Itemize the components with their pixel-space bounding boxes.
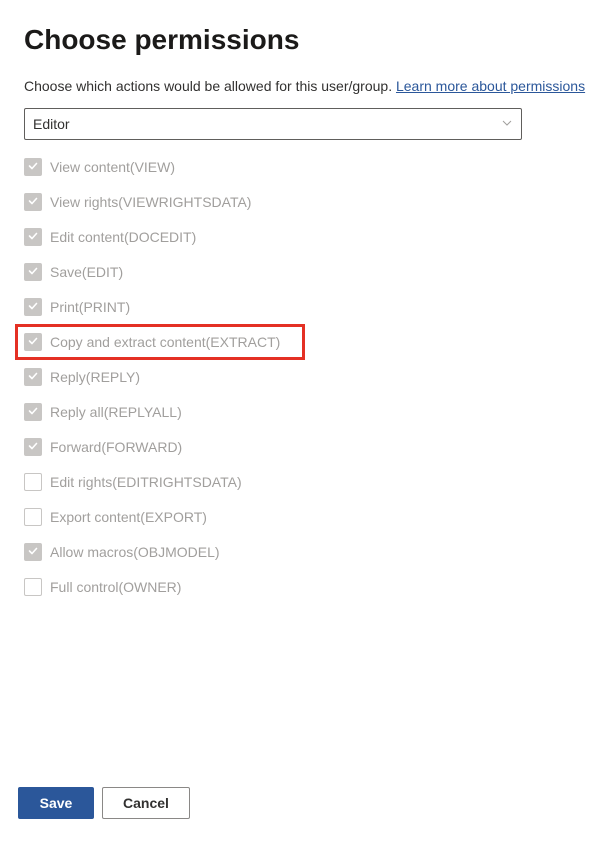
checkmark-icon <box>27 194 39 210</box>
permission-label: Reply all(REPLYALL) <box>50 404 182 420</box>
permission-label: Allow macros(OBJMODEL) <box>50 544 220 560</box>
permission-label: Reply(REPLY) <box>50 369 140 385</box>
permission-row: View content(VIEW) <box>24 158 589 176</box>
permission-row: Reply(REPLY) <box>24 368 589 386</box>
permission-label: Edit content(DOCEDIT) <box>50 229 196 245</box>
permission-label: Copy and extract content(EXTRACT) <box>50 334 280 350</box>
checkmark-icon <box>27 264 39 280</box>
permission-row: Full control(OWNER) <box>24 578 589 596</box>
permission-checkbox[interactable] <box>24 263 42 281</box>
permission-checkbox[interactable] <box>24 333 42 351</box>
permission-row: Allow macros(OBJMODEL) <box>24 543 589 561</box>
permission-label: Save(EDIT) <box>50 264 123 280</box>
permission-row: View rights(VIEWRIGHTSDATA) <box>24 193 589 211</box>
checkmark-icon <box>27 439 39 455</box>
permission-checkbox[interactable] <box>24 578 42 596</box>
permission-checkbox[interactable] <box>24 193 42 211</box>
permission-list: View content(VIEW) View rights(VIEWRIGHTS… <box>24 158 589 596</box>
checkmark-icon <box>27 404 39 420</box>
permission-row: Print(PRINT) <box>24 298 589 316</box>
checkmark-icon <box>27 334 39 350</box>
permission-row: Reply all(REPLYALL) <box>24 403 589 421</box>
permission-label: Export content(EXPORT) <box>50 509 207 525</box>
permission-label: View rights(VIEWRIGHTSDATA) <box>50 194 251 210</box>
permission-row: Save(EDIT) <box>24 263 589 281</box>
permission-checkbox[interactable] <box>24 438 42 456</box>
page-title: Choose permissions <box>24 24 589 56</box>
permission-row: Forward(FORWARD) <box>24 438 589 456</box>
permission-label: Forward(FORWARD) <box>50 439 182 455</box>
permission-checkbox[interactable] <box>24 473 42 491</box>
permission-row: Export content(EXPORT) <box>24 508 589 526</box>
checkmark-icon <box>27 299 39 315</box>
permission-checkbox[interactable] <box>24 228 42 246</box>
permission-checkbox[interactable] <box>24 543 42 561</box>
button-bar: Save Cancel <box>18 787 190 819</box>
role-select[interactable]: Editor <box>24 108 522 140</box>
permission-row: Edit content(DOCEDIT) <box>24 228 589 246</box>
permission-row: Copy and extract content(EXTRACT) <box>24 333 296 351</box>
chevron-down-icon <box>501 116 513 132</box>
permission-label: Full control(OWNER) <box>50 579 181 595</box>
select-value: Editor <box>33 116 70 132</box>
checkmark-icon <box>27 544 39 560</box>
checkmark-icon <box>27 229 39 245</box>
permission-label: View content(VIEW) <box>50 159 175 175</box>
permission-checkbox[interactable] <box>24 403 42 421</box>
permission-checkbox[interactable] <box>24 298 42 316</box>
permission-checkbox[interactable] <box>24 368 42 386</box>
permission-checkbox[interactable] <box>24 508 42 526</box>
permission-label: Print(PRINT) <box>50 299 130 315</box>
save-button[interactable]: Save <box>18 787 94 819</box>
cancel-button[interactable]: Cancel <box>102 787 190 819</box>
checkmark-icon <box>27 369 39 385</box>
permission-label: Edit rights(EDITRIGHTSDATA) <box>50 474 242 490</box>
permission-row: Edit rights(EDITRIGHTSDATA) <box>24 473 589 491</box>
permission-checkbox[interactable] <box>24 158 42 176</box>
learn-more-link[interactable]: Learn more about permissions <box>396 78 585 94</box>
checkmark-icon <box>27 159 39 175</box>
page-description: Choose which actions would be allowed fo… <box>24 78 589 94</box>
description-text: Choose which actions would be allowed fo… <box>24 78 396 94</box>
